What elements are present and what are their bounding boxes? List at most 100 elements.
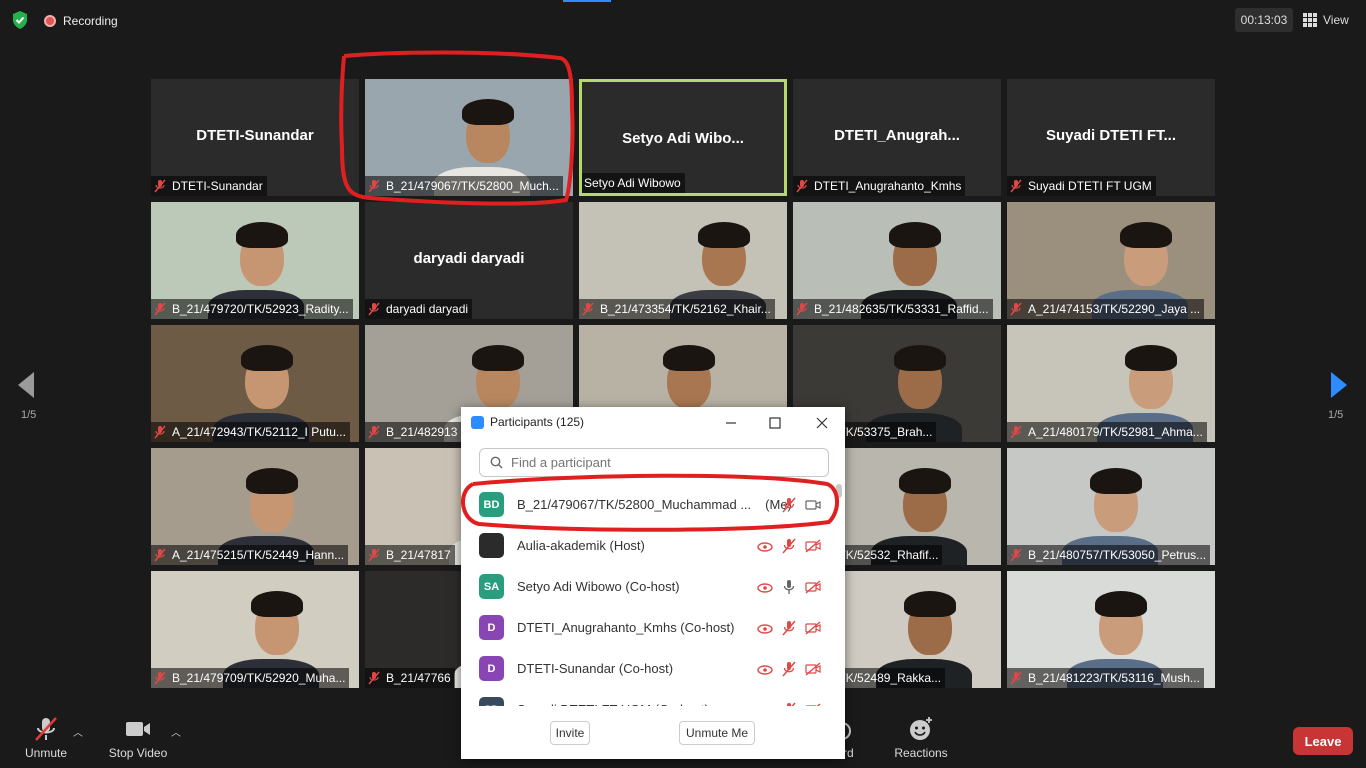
- participant-row[interactable]: SA Setyo Adi Wibowo (Co-host): [461, 566, 833, 607]
- participant-avatar: SA: [479, 574, 504, 599]
- mic-muted-icon: [35, 717, 57, 741]
- participants-title: Participants (125): [471, 415, 584, 429]
- participant-name-label: A_21/475215/TK/52449_Hann...: [151, 545, 349, 565]
- participant-name: B_21/479067/TK/52800_Muchammad ... (Me): [517, 497, 792, 512]
- video-tile[interactable]: Setyo Adi Wibo... Setyo Adi Wibowo: [579, 79, 787, 196]
- participant-name-text: DTETI-Sunandar (Co-host): [517, 661, 674, 676]
- participant-row[interactable]: D DTETI_Anugrahanto_Kmhs (Co-host): [461, 607, 833, 648]
- participant-name-label: A_21/480179/TK/52981_Ahma...: [1007, 422, 1207, 442]
- invite-button[interactable]: Invite: [550, 721, 590, 745]
- video-tile[interactable]: Suyadi DTETI FT... Suyadi DTETI FT UGM: [1007, 79, 1215, 196]
- participants-panel: Participants (125) BD B_21/479067/TK/5280…: [461, 407, 845, 759]
- reactions-button[interactable]: Reactions: [892, 716, 950, 760]
- participant-avatar: D: [479, 656, 504, 681]
- page-indicator-left: 1/5: [21, 409, 37, 421]
- mic-muted-icon[interactable]: [781, 538, 797, 554]
- participant-name-text: B_21/47766: [386, 671, 451, 685]
- participant-row[interactable]: BD B_21/479067/TK/52800_Muchammad ... (Me): [461, 484, 833, 525]
- screen-share-icon: [757, 541, 773, 552]
- video-tile[interactable]: A_21/474153/TK/52290_Jaya ...: [1007, 202, 1215, 319]
- mic-muted-icon[interactable]: [781, 661, 797, 677]
- participant-row[interactable]: D DTETI-Sunandar (Co-host): [461, 648, 833, 689]
- video-tile[interactable]: B_21/479067/TK/52800_Much...: [365, 79, 573, 196]
- participant-name-label: B_21/47766: [365, 668, 455, 688]
- participant-name-text: B_21/482913: [386, 425, 458, 439]
- mic-muted-icon: [1010, 302, 1022, 316]
- audio-options-chevron-icon[interactable]: ︿: [73, 724, 83, 739]
- video-tile[interactable]: DTETI-Sunandar DTETI-Sunandar: [151, 79, 359, 196]
- video-tile[interactable]: A_21/475215/TK/52449_Hann...: [151, 448, 359, 565]
- mic-icon[interactable]: [781, 579, 797, 595]
- video-tile[interactable]: B_21/479720/TK/52923_Radity...: [151, 202, 359, 319]
- stop-video-button[interactable]: Stop Video: [106, 716, 170, 760]
- video-tile[interactable]: B_21/473354/TK/52162_Khair...: [579, 202, 787, 319]
- page-indicator-right: 1/5: [1328, 409, 1344, 421]
- mic-muted-icon: [368, 671, 380, 685]
- mic-muted-icon: [154, 548, 166, 562]
- participant-display-name: daryadi daryadi: [413, 250, 525, 267]
- find-participant-search[interactable]: [479, 448, 829, 477]
- video-tile[interactable]: A_21/480179/TK/52981_Ahma...: [1007, 325, 1215, 442]
- unmute-label: Unmute: [24, 746, 68, 760]
- video-off-icon[interactable]: [805, 538, 821, 554]
- mic-muted-icon: [1010, 671, 1022, 685]
- video-tile[interactable]: A_21/472943/TK/52112_I Putu...: [151, 325, 359, 442]
- participant-name-label: B_21/479720/TK/52923_Radity...: [151, 299, 353, 319]
- participant-name-text: A_21/480179/TK/52981_Ahma...: [1028, 425, 1203, 439]
- participant-name-text: B_21/479067/TK/52800_Much...: [386, 179, 559, 193]
- participant-name: Suyadi DTETI FT UGM (Co-host): [517, 702, 709, 706]
- video-tile[interactable]: B_21/482635/TK/53331_Raffid...: [793, 202, 1001, 319]
- video-on-icon[interactable]: [805, 497, 821, 513]
- participant-list[interactable]: BD B_21/479067/TK/52800_Muchammad ... (Me)…: [461, 484, 833, 706]
- mic-muted-icon: [796, 179, 808, 193]
- video-tile[interactable]: daryadi daryadi daryadi daryadi: [365, 202, 573, 319]
- previous-page-icon[interactable]: [14, 370, 38, 400]
- mic-muted-icon: [582, 302, 594, 316]
- video-off-icon[interactable]: [805, 661, 821, 677]
- participant-name-label: DTETI-Sunandar: [151, 176, 267, 196]
- mic-muted-icon[interactable]: [781, 620, 797, 636]
- participant-name-text: B_21/481223/TK/53116_Mush...: [1028, 671, 1200, 685]
- participant-name-label: Suyadi DTETI FT UGM: [1007, 176, 1156, 196]
- participant-display-name: Setyo Adi Wibo...: [622, 130, 744, 147]
- close-icon[interactable]: [808, 412, 836, 434]
- unmute-me-button[interactable]: Unmute Me: [679, 721, 755, 745]
- video-tile[interactable]: B_21/481223/TK/53116_Mush...: [1007, 571, 1215, 688]
- maximize-icon[interactable]: [761, 412, 789, 434]
- reactions-smile-icon: [910, 717, 932, 740]
- reactions-label: Reactions: [894, 746, 948, 760]
- participant-name-text: A_21/475215/TK/52449_Hann...: [172, 548, 345, 562]
- participant-name-label: A_21/474153/TK/52290_Jaya ...: [1007, 299, 1205, 319]
- mic-muted-icon: [154, 179, 166, 193]
- participant-row[interactable]: Aulia-akademik (Host): [461, 525, 833, 566]
- participant-name-label: B_21/482913: [365, 422, 462, 442]
- participant-name: Setyo Adi Wibowo (Co-host): [517, 579, 680, 594]
- participant-display-name: DTETI-Sunandar: [196, 127, 314, 144]
- unmute-button[interactable]: Unmute: [22, 716, 70, 760]
- mic-muted-icon: [1010, 179, 1022, 193]
- video-off-icon[interactable]: [805, 702, 821, 707]
- video-off-icon[interactable]: [805, 579, 821, 595]
- participant-list-scrollbar[interactable]: [836, 484, 842, 706]
- leave-button[interactable]: Leave: [1293, 727, 1353, 755]
- mic-muted-icon: [1010, 548, 1022, 562]
- screen-share-icon: [762, 705, 768, 706]
- search-input[interactable]: [509, 454, 813, 471]
- mic-muted-icon[interactable]: [781, 497, 797, 513]
- stop-video-label: Stop Video: [108, 746, 168, 760]
- minimize-icon[interactable]: [717, 412, 745, 434]
- mic-muted-icon[interactable]: [781, 702, 797, 707]
- mic-muted-icon: [368, 179, 380, 193]
- participant-name-label: B_21/479709/TK/52920_Muha...: [151, 668, 350, 688]
- participant-name-label: daryadi daryadi: [365, 299, 473, 319]
- participant-name-text: Setyo Adi Wibowo: [584, 176, 681, 190]
- video-tile[interactable]: DTETI_Anugrah... DTETI_Anugrahanto_Kmhs: [793, 79, 1001, 196]
- video-options-chevron-icon[interactable]: ︿: [171, 724, 181, 739]
- participant-display-name: DTETI_Anugrah...: [834, 127, 960, 144]
- participant-name-text: DTETI_Anugrahanto_Kmhs: [814, 179, 962, 193]
- video-off-icon[interactable]: [805, 620, 821, 636]
- next-page-icon[interactable]: [1327, 370, 1351, 400]
- video-tile[interactable]: B_21/480757/TK/53050_Petrus...: [1007, 448, 1215, 565]
- video-tile[interactable]: B_21/479709/TK/52920_Muha...: [151, 571, 359, 688]
- participant-row[interactable]: SD Suyadi DTETI FT UGM (Co-host): [461, 689, 833, 706]
